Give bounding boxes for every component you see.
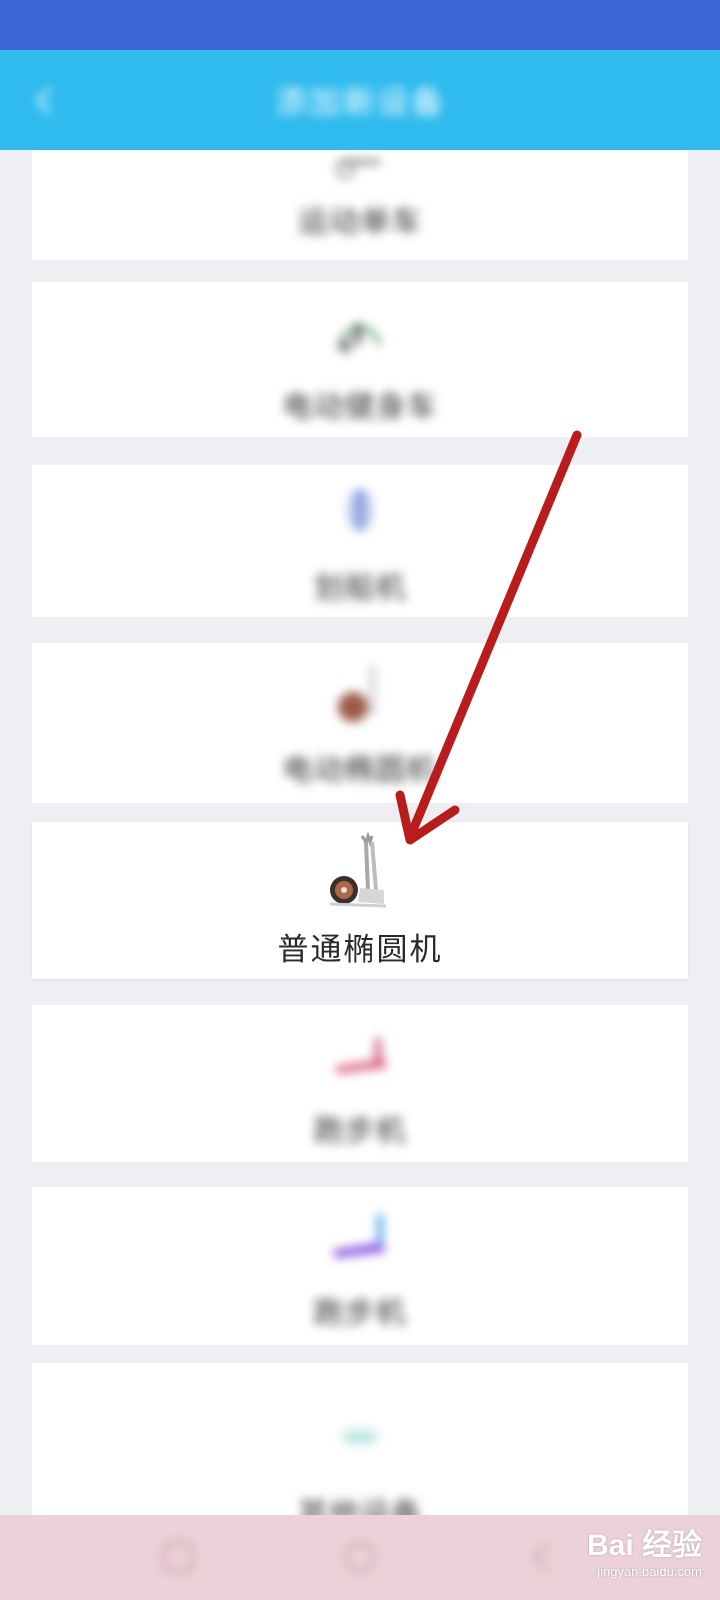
device-label: 运动单车 [298,205,422,240]
treadmill-icon [335,1037,387,1074]
device-label: 普通椭圆机 [277,932,443,968]
device-card-treadmill[interactable]: 跑步机 [32,1005,688,1162]
treadmill-icon [333,1214,385,1258]
device-label: 跑步机 [313,1296,407,1331]
app-bar: 添加新设备 [0,50,720,150]
electric-elliptical-icon [338,665,375,722]
rowing-machine-icon [346,488,374,532]
device-label: 电动椭圆机 [282,753,438,788]
device-card-spin-bike[interactable]: 运动单车 [32,150,688,260]
back-arrow-icon[interactable] [30,86,60,116]
watermark-logo: Bai 经验 [586,1529,702,1562]
page-title: 添加新设备 [274,83,445,121]
back-nav-icon[interactable] [160,1539,196,1575]
device-card-exercise-bike[interactable]: 电动健身车 [32,282,688,437]
status-bar [0,0,720,50]
device-card-elliptical-trainer[interactable]: 普通椭圆机 [32,822,688,979]
home-nav-icon[interactable] [342,1539,378,1575]
device-card-electric-elliptical[interactable]: 电动椭圆机 [32,643,688,803]
device-card-other[interactable]: 其他设备 [32,1363,688,1515]
recents-nav-icon[interactable] [524,1539,560,1575]
device-label: 跑步机 [313,1113,407,1149]
device-label: 划船机 [313,571,407,606]
baidu-jingyan-watermark: Bai 经验 jingyan.baidu.com [587,1520,702,1579]
watermark-url: jingyan.baidu.com [597,1564,702,1579]
device-list: 运动单车 电动健身车 划船机 电动椭圆机 普通椭圆机 跑步机 跑步机 其他设备 [0,150,720,1515]
elliptical-trainer-icon [329,832,387,908]
exercise-bike-icon [337,323,383,353]
device-card-treadmill-2[interactable]: 跑步机 [32,1187,688,1345]
device-card-rowing-machine[interactable]: 划船机 [32,465,688,617]
device-label: 其他设备 [298,1497,422,1515]
device-label: 电动健身车 [282,389,438,425]
other-device-icon [340,1429,380,1445]
spin-bike-icon [335,159,380,179]
